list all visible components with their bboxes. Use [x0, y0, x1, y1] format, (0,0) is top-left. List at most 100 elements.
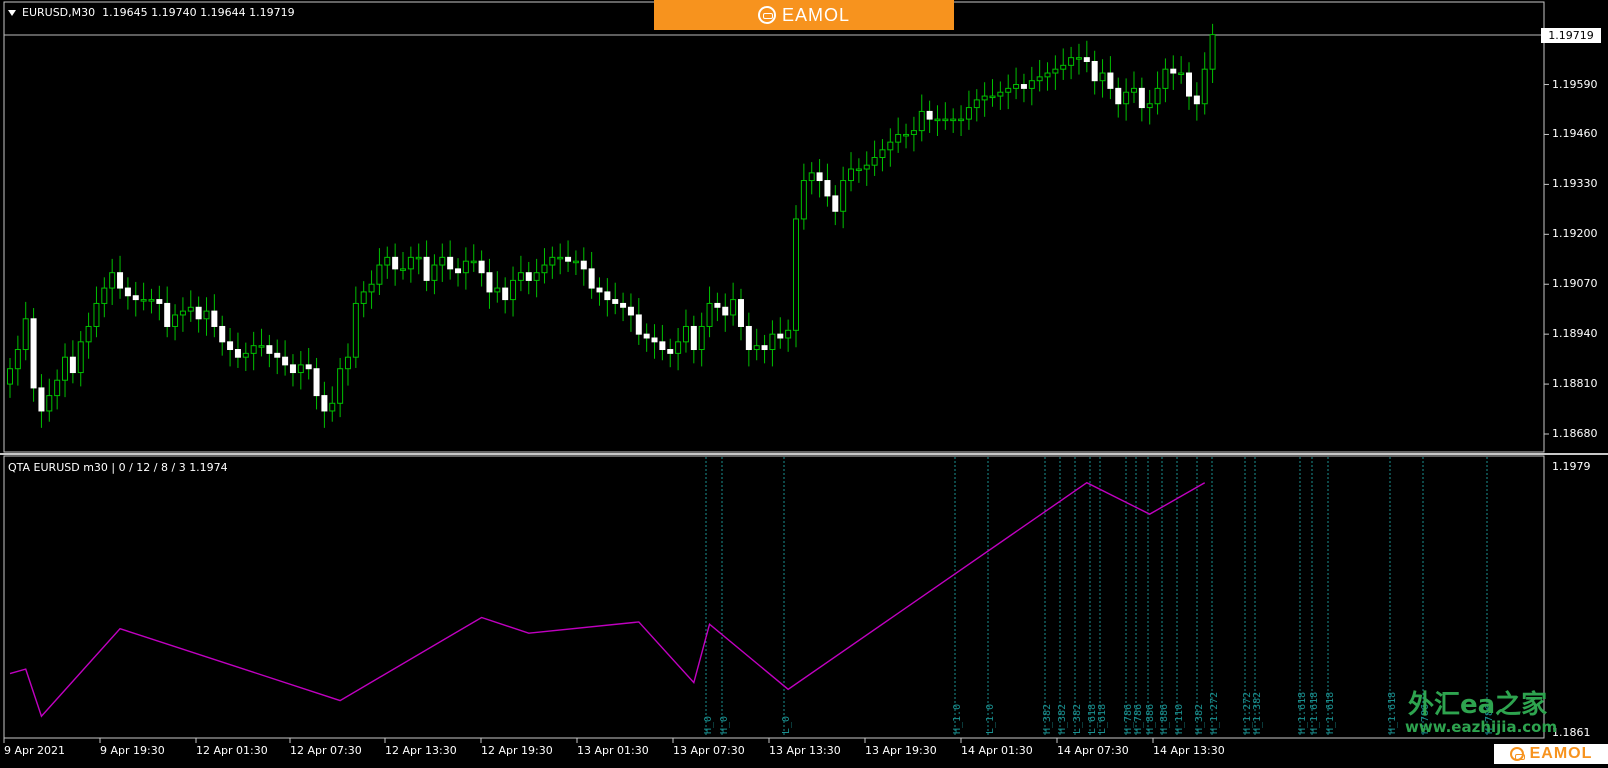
time-axis-label: 12 Apr 13:30	[385, 744, 457, 757]
candle-bear	[478, 260, 485, 274]
candle-bull	[855, 168, 862, 172]
time-axis-label: 13 Apr 07:30	[673, 744, 745, 757]
fib-level-label: L_382	[1072, 703, 1083, 734]
eamol-logo-icon	[1509, 747, 1525, 761]
candle-bull	[297, 364, 304, 374]
candle-bear	[612, 299, 619, 304]
time-axis-label: 12 Apr 07:30	[290, 744, 362, 757]
candle-bull	[1028, 80, 1035, 89]
fib-levels-layer	[705, 457, 1488, 737]
candle-bear	[282, 356, 289, 366]
candle-bull	[557, 256, 564, 260]
eamol-top-logo: EAMOL	[654, 0, 954, 30]
candle-bull	[682, 325, 689, 343]
candle-bull	[1178, 72, 1185, 76]
time-axis-label: 14 Apr 13:30	[1153, 744, 1225, 757]
candle-bull	[989, 95, 996, 99]
candle-bear	[816, 172, 823, 182]
candle-bear	[1020, 84, 1027, 89]
candle-bear	[1138, 87, 1145, 109]
price-axis-label: 1.18680	[1552, 427, 1598, 440]
candle-bear	[447, 256, 454, 270]
fib-level-label: H_1.382	[1252, 691, 1263, 734]
time-axis-label: 14 Apr 01:30	[961, 744, 1033, 757]
candle-bear	[832, 195, 839, 212]
candle-bull	[871, 157, 878, 166]
candle-bear	[289, 364, 296, 374]
time-axis-label: 13 Apr 13:30	[769, 744, 841, 757]
candle-bear	[321, 395, 328, 412]
candle-bear	[455, 268, 462, 274]
candle-bear	[604, 291, 611, 301]
candle-bull	[1044, 72, 1051, 78]
candle-bull	[172, 314, 179, 327]
candle-bear	[1186, 72, 1192, 97]
eamol-bottom-logo: EAMOL	[1494, 744, 1608, 764]
price-axis-label: 1.19590	[1552, 77, 1598, 91]
candle-bull	[698, 325, 705, 351]
fib-level-label: H_0	[719, 715, 730, 734]
candle-bear	[156, 299, 163, 304]
candle-bull	[62, 356, 69, 381]
fib-level-label: H_1.0	[952, 703, 963, 734]
candle-bull	[439, 256, 446, 266]
price-axis-label: 1.19460	[1552, 127, 1598, 141]
candle-bear	[211, 310, 218, 327]
fib-level-label: H_382	[1042, 703, 1053, 734]
candle-bull	[549, 256, 556, 266]
candle-bull	[848, 168, 855, 182]
fib-level-label: H_0	[703, 715, 714, 734]
candle-bull	[1052, 68, 1059, 74]
candle-bull	[1075, 57, 1082, 60]
fib-level-label: H_886	[1145, 703, 1156, 734]
dropdown-triangle-icon[interactable]	[8, 10, 16, 16]
chart-window[interactable]: EURUSD,M30 1.19645 1.19740 1.19644 1.197…	[0, 0, 1608, 764]
candle-bull	[1068, 57, 1075, 66]
main-chart-frame	[3, 1, 1545, 453]
candle-bull	[329, 402, 336, 412]
fib-level-label: H_1.272	[1209, 691, 1220, 734]
chart-canvas[interactable]	[0, 0, 1608, 764]
candle-bull	[541, 264, 548, 274]
candle-bull	[400, 268, 406, 271]
candle-bull	[494, 287, 501, 293]
current-price-box: 1.19719	[1541, 28, 1601, 43]
candle-bull	[942, 118, 949, 122]
candle-bull	[7, 368, 13, 385]
candle-bear	[525, 272, 532, 281]
candle-bull	[360, 291, 367, 304]
candle-bull	[895, 133, 902, 143]
fib-level-label: L_1.0	[985, 703, 996, 734]
watermark-url: www.eazhijia.com	[1405, 718, 1558, 736]
price-axis-label: 1.19200	[1552, 227, 1598, 241]
candle-bull	[140, 299, 147, 302]
time-axis-label: 9 Apr 2021	[4, 744, 66, 757]
time-axis-label: 14 Apr 07:30	[1057, 744, 1129, 757]
candle-bear	[1083, 57, 1090, 62]
fib-level-label: H_382	[1194, 703, 1205, 734]
candle-bull	[1036, 76, 1043, 82]
candle-bull	[863, 164, 870, 170]
symbol-label: EURUSD,M30	[22, 6, 96, 19]
candle-bear	[1115, 87, 1122, 105]
candle-bear	[227, 341, 234, 351]
candle-bull	[840, 180, 847, 212]
candle-bull	[179, 310, 186, 316]
candle-bear	[667, 349, 674, 354]
candle-bull	[934, 118, 941, 122]
candle-bear	[164, 302, 171, 327]
candle-bull	[1060, 64, 1067, 70]
candle-bull	[785, 329, 792, 339]
candle-bull	[973, 99, 980, 109]
fib-level-label: L_0	[781, 715, 792, 734]
candle-bull	[800, 180, 807, 220]
candle-bull	[415, 256, 422, 260]
candle-bull	[1146, 103, 1153, 109]
candle-bull	[903, 133, 910, 137]
candle-bull	[109, 272, 116, 289]
candle-bear	[1091, 60, 1098, 82]
candle-bear	[761, 345, 768, 351]
price-axis-label: 1.18810	[1552, 377, 1598, 391]
candle-bull	[1013, 84, 1020, 89]
fib-level-label: H_1.618	[1309, 691, 1320, 734]
